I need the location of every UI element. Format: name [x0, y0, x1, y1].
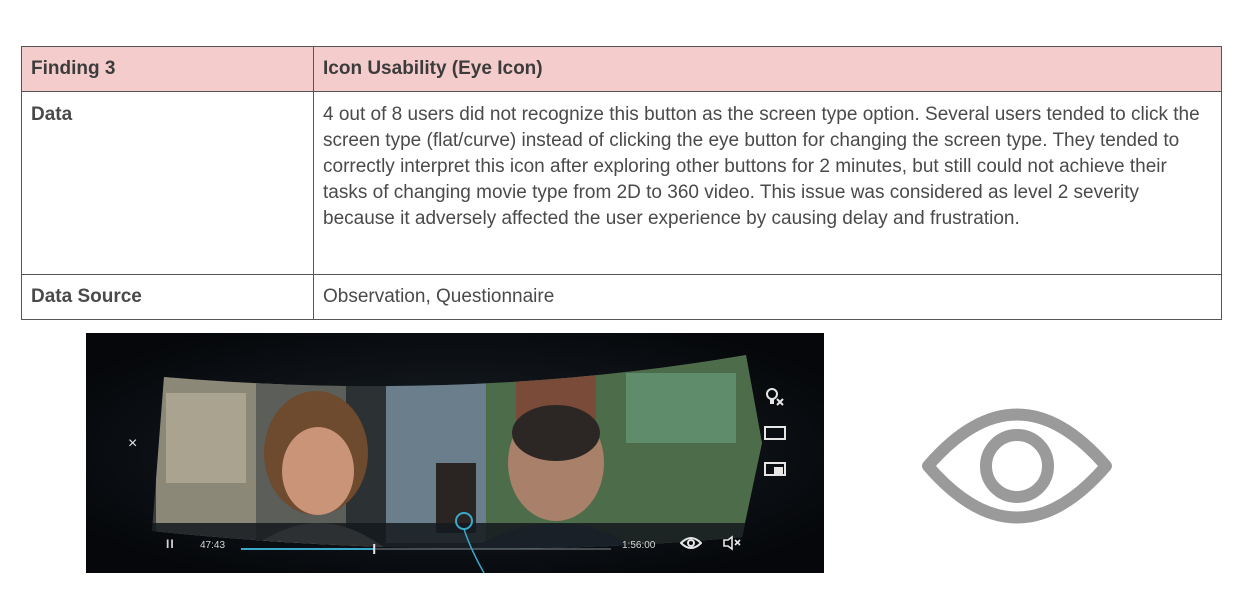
mute-icon[interactable] — [722, 535, 742, 551]
curved-screen-icon[interactable] — [760, 451, 790, 487]
vr-player-screenshot: × II 47:43 1:56:00 — [86, 333, 824, 573]
data-label: Data — [21, 91, 314, 275]
data-source-value: Observation, Questionnaire — [313, 274, 1222, 320]
close-icon[interactable]: × — [128, 435, 137, 453]
player-controls: II 47:43 1:56:00 — [152, 529, 752, 563]
flat-screen-icon[interactable] — [760, 415, 790, 451]
finding-number: Finding 3 — [21, 46, 314, 92]
eye-icon[interactable] — [680, 536, 702, 550]
finding-title: Icon Usability (Eye Icon) — [313, 46, 1222, 92]
current-time: 47:43 — [200, 540, 226, 551]
total-time: 1:56:00 — [622, 540, 656, 551]
side-controls — [760, 379, 790, 487]
data-source-label: Data Source — [21, 274, 314, 320]
finding-data-row: Data 4 out of 8 users did not recognize … — [21, 91, 1222, 275]
eye-icon-large — [922, 408, 1112, 524]
finding-source-row: Data Source Observation, Questionnaire — [21, 274, 1222, 320]
finding-table: Finding 3 Icon Usability (Eye Icon) Data… — [21, 46, 1222, 320]
pause-icon[interactable]: II — [166, 537, 175, 551]
finding-header-row: Finding 3 Icon Usability (Eye Icon) — [21, 46, 1222, 92]
data-description: 4 out of 8 users did not recognize this … — [313, 91, 1222, 275]
lightbulb-off-icon[interactable] — [760, 379, 790, 415]
